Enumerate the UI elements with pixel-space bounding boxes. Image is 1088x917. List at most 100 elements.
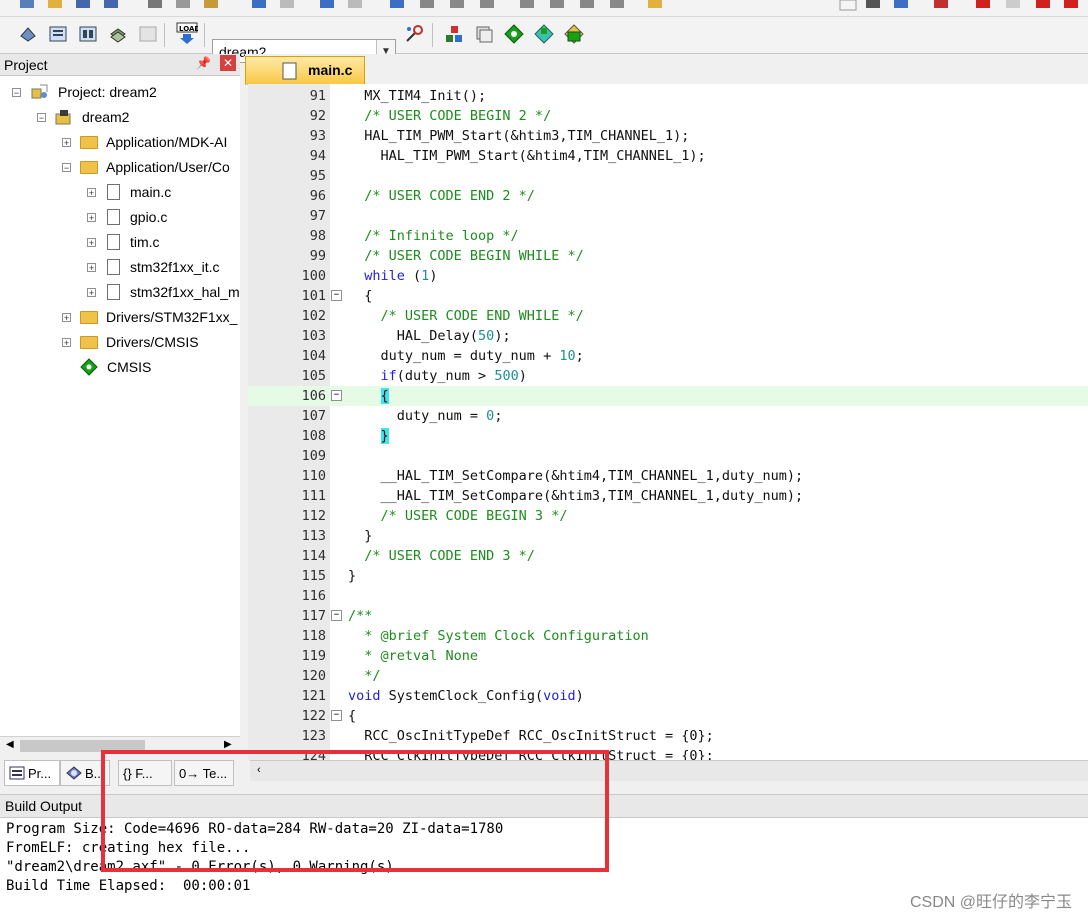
code-line[interactable]: 118 * @brief System Clock Configuration: [248, 626, 1088, 646]
code-line[interactable]: 102 /* USER CODE END WHILE */: [248, 306, 1088, 326]
fold-toggle-icon[interactable]: −: [331, 390, 342, 401]
line-number: 116: [301, 588, 326, 604]
code-text: }: [380, 428, 389, 444]
code-line[interactable]: 94 HAL_TIM_PWM_Start(&htim4,TIM_CHANNEL_…: [248, 146, 1088, 166]
build-icon[interactable]: [48, 24, 68, 44]
code-line[interactable]: 104 duty_num = duty_num + 10;: [248, 346, 1088, 366]
code-line[interactable]: 121 void SystemClock_Config(void): [248, 686, 1088, 706]
tree-item-group[interactable]: Application/User/Co: [80, 155, 230, 179]
code-line[interactable]: 101− {: [248, 286, 1088, 306]
code-line[interactable]: 91 MX_TIM4_Init();: [248, 86, 1088, 106]
line-number: 110: [301, 468, 326, 484]
code-line[interactable]: 110 __HAL_TIM_SetCompare(&htim4,TIM_CHAN…: [248, 466, 1088, 486]
tab-project[interactable]: Pr...: [4, 760, 60, 786]
code-line[interactable]: 122−{: [248, 706, 1088, 726]
tree-item-cmsis[interactable]: CMSIS: [80, 355, 151, 379]
code-line[interactable]: 93 HAL_TIM_PWM_Start(&htim3,TIM_CHANNEL_…: [248, 126, 1088, 146]
line-number: 101: [301, 288, 326, 304]
expand-icon[interactable]: +: [87, 188, 96, 198]
tree-item-file[interactable]: stm32f1xx_hal_m: [107, 280, 240, 304]
code-line[interactable]: 103 HAL_Delay(50);: [248, 326, 1088, 346]
collapse-icon[interactable]: −: [12, 88, 21, 98]
code-text: MX_TIM4_Init();: [348, 88, 487, 104]
fold-toggle-icon[interactable]: −: [331, 610, 342, 621]
batch-build-icon[interactable]: [108, 24, 128, 44]
code-line[interactable]: 112 /* USER CODE BEGIN 3 */: [248, 506, 1088, 526]
code-line[interactable]: 116: [248, 586, 1088, 606]
select-packs-icon[interactable]: [474, 24, 494, 44]
code-text: /* Infinite loop */: [348, 228, 519, 244]
code-line[interactable]: 109: [248, 446, 1088, 466]
expand-icon[interactable]: +: [87, 263, 96, 273]
tab-main-c[interactable]: main.c: [245, 56, 365, 84]
tree-item-group[interactable]: Application/MDK-AI: [80, 130, 227, 154]
code-line[interactable]: 120 */: [248, 666, 1088, 686]
options-for-target-icon[interactable]: [404, 24, 424, 44]
expand-icon[interactable]: +: [87, 238, 96, 248]
line-number: 106: [301, 388, 326, 404]
pack-installer-icon[interactable]: [534, 24, 554, 44]
code-line[interactable]: 105 if(duty_num > 500): [248, 366, 1088, 386]
tree-item-target[interactable]: dream2: [54, 105, 129, 129]
code-line[interactable]: 92 /* USER CODE BEGIN 2 */: [248, 106, 1088, 126]
code-line[interactable]: 108 }: [248, 426, 1088, 446]
code-line[interactable]: 117−/**: [248, 606, 1088, 626]
expand-icon[interactable]: +: [62, 338, 71, 348]
manage-rte-icon[interactable]: [504, 24, 524, 44]
code-editor[interactable]: 91 MX_TIM4_Init(); 92 /* USER CODE BEGIN …: [248, 84, 1088, 760]
stop-build-icon[interactable]: [138, 24, 158, 44]
line-number: 92: [309, 108, 326, 124]
line-number: 117: [301, 608, 326, 624]
line-number: 105: [301, 368, 326, 384]
code-line[interactable]: 114 /* USER CODE END 3 */: [248, 546, 1088, 566]
code-text: /* USER CODE BEGIN 2 */: [348, 108, 552, 124]
scroll-right-icon[interactable]: ▶: [224, 739, 232, 750]
scroll-left-icon[interactable]: ◀: [6, 739, 14, 750]
code-line[interactable]: 123 RCC_OscInitTypeDef RCC_OscInitStruct…: [248, 726, 1088, 746]
tree-item-group[interactable]: Drivers/STM32F1xx_: [80, 305, 237, 329]
manage-project-items-icon[interactable]: [444, 24, 464, 44]
tree-item-file[interactable]: main.c: [107, 180, 171, 204]
project-icon: [31, 84, 48, 99]
code-line[interactable]: 99 /* USER CODE BEGIN WHILE */: [248, 246, 1088, 266]
code-line[interactable]: 95: [248, 166, 1088, 186]
code-line[interactable]: 98 /* Infinite loop */: [248, 226, 1088, 246]
code-line[interactable]: 115}: [248, 566, 1088, 586]
tree-item-file[interactable]: tim.c: [107, 230, 160, 254]
line-number: 100: [301, 268, 326, 284]
expand-icon[interactable]: +: [87, 213, 96, 223]
expand-icon[interactable]: +: [62, 313, 71, 323]
fold-toggle-icon[interactable]: −: [331, 710, 342, 721]
code-line[interactable]: 106− {: [248, 386, 1088, 406]
translate-icon[interactable]: [18, 24, 38, 44]
collapse-icon[interactable]: −: [62, 163, 71, 173]
file-icon: [282, 62, 297, 80]
build-output-title: Build Output: [5, 798, 83, 814]
collapse-icon[interactable]: −: [37, 113, 46, 123]
fold-toggle-icon[interactable]: −: [331, 290, 342, 301]
code-text: }: [348, 528, 373, 544]
download-load-icon[interactable]: LOAD: [176, 22, 200, 44]
highlight-annotation-box: [101, 750, 609, 872]
rebuild-icon[interactable]: [78, 24, 98, 44]
code-line[interactable]: 111 __HAL_TIM_SetCompare(&htim3,TIM_CHAN…: [248, 486, 1088, 506]
tree-item-project-root[interactable]: Project: dream2: [30, 80, 157, 104]
close-icon[interactable]: ✕: [220, 55, 236, 71]
software-packs-icon[interactable]: [564, 24, 584, 44]
tree-item-file[interactable]: gpio.c: [107, 205, 167, 229]
expand-icon[interactable]: +: [87, 288, 96, 298]
watermark: CSDN @旺仔的李宁玉: [909, 894, 1072, 911]
expand-icon[interactable]: +: [62, 138, 71, 148]
code-line[interactable]: 107 duty_num = 0;: [248, 406, 1088, 426]
code-text: }: [348, 568, 357, 584]
code-line[interactable]: 97: [248, 206, 1088, 226]
code-line[interactable]: 119 * @retval None: [248, 646, 1088, 666]
code-line[interactable]: 96 /* USER CODE END 2 */: [248, 186, 1088, 206]
code-line[interactable]: 113 }: [248, 526, 1088, 546]
target-icon: [55, 110, 71, 125]
line-number: 94: [309, 148, 326, 164]
tree-item-file[interactable]: stm32f1xx_it.c: [107, 255, 219, 279]
code-line[interactable]: 100 while (1): [248, 266, 1088, 286]
pin-icon[interactable]: 📌: [196, 56, 211, 70]
tree-item-group[interactable]: Drivers/CMSIS: [80, 330, 199, 354]
